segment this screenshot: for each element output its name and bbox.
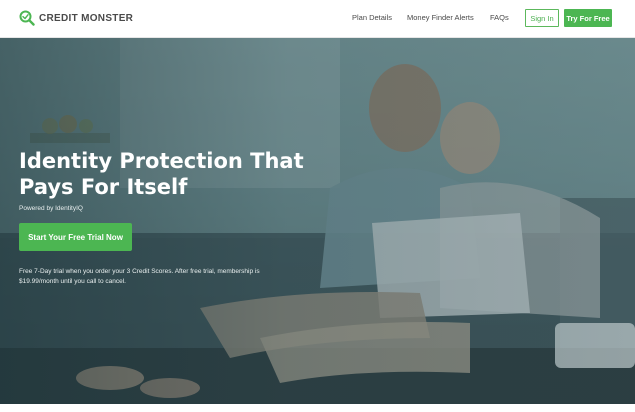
hero-title-line-1: Identity Protection That	[19, 149, 304, 173]
hero-section: Identity Protection That Pays For Itself…	[0, 38, 635, 404]
top-navbar: CREDIT MONSTER Plan Details Money Finder…	[0, 0, 635, 38]
start-free-trial-button[interactable]: Start Your Free Trial Now	[19, 223, 132, 251]
powered-by-text: Powered by IdentityIQ	[19, 205, 83, 212]
brand-name: CREDIT MONSTER	[39, 12, 134, 24]
nav-link-plan-details[interactable]: Plan Details	[352, 13, 392, 22]
nav-link-faqs[interactable]: FAQs	[490, 13, 509, 22]
page-bottom-strip	[0, 404, 635, 412]
nav-link-money-finder-alerts[interactable]: Money Finder Alerts	[407, 13, 474, 22]
trial-disclaimer-line-1: Free 7-Day trial when you order your 3 C…	[19, 268, 260, 275]
brand-logo[interactable]: CREDIT MONSTER	[19, 10, 133, 26]
trial-disclaimer: Free 7-Day trial when you order your 3 C…	[19, 267, 319, 287]
magnifier-check-icon	[19, 10, 35, 26]
hero-title: Identity Protection That Pays For Itself	[19, 148, 319, 200]
hero-color-overlay	[0, 38, 635, 404]
hero-title-line-2: Pays For Itself	[19, 175, 188, 199]
try-for-free-button[interactable]: Try For Free	[564, 9, 612, 27]
sign-in-button[interactable]: Sign In	[525, 9, 559, 27]
trial-disclaimer-line-2: $19.99/month until you call to cancel.	[19, 278, 126, 285]
